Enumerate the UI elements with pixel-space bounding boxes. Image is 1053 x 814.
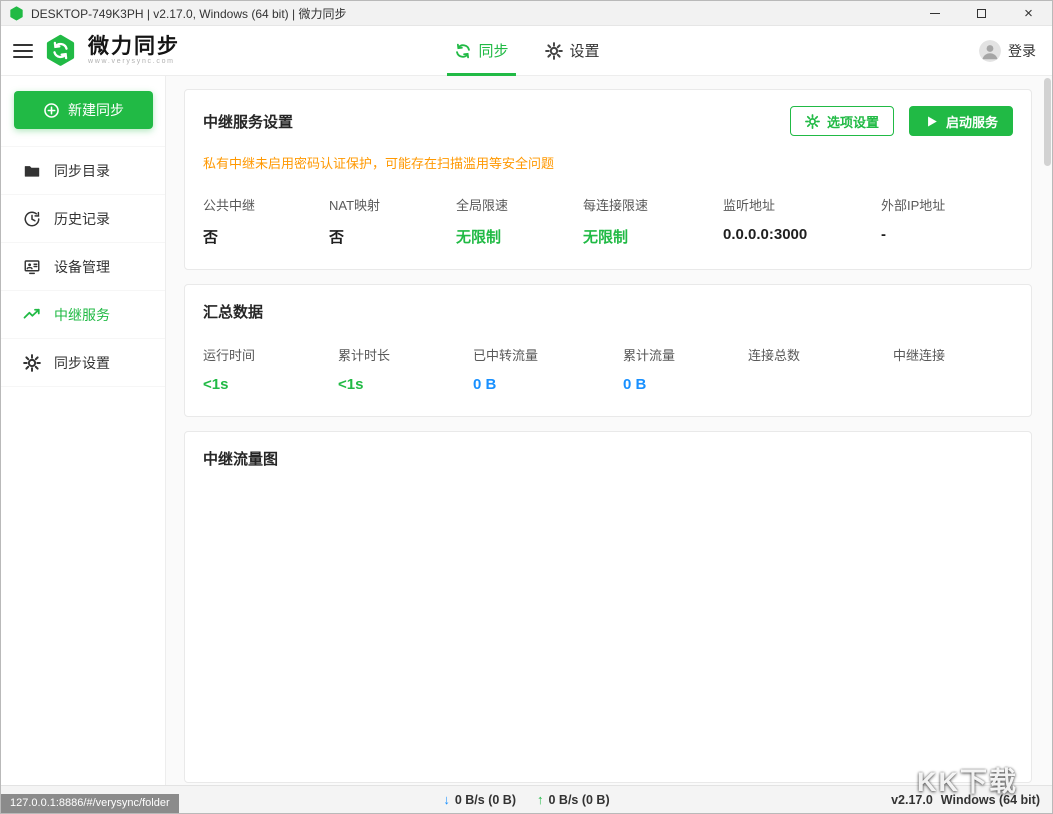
- traffic-chart-title: 中继流量图: [203, 448, 278, 469]
- sidebar-item-label: 设备管理: [54, 257, 110, 277]
- menu-icon[interactable]: [13, 42, 33, 60]
- avatar-icon: [979, 40, 1001, 62]
- titlebar: DESKTOP-749K3PH | v2.17.0, Windows (64 b…: [1, 1, 1052, 26]
- options-settings-button[interactable]: 选项设置: [790, 106, 894, 136]
- maximize-icon: [977, 9, 986, 18]
- stat-relay-connections: 中继连接: [893, 345, 1013, 394]
- sidebar-item-label: 同步设置: [54, 353, 110, 373]
- tab-sync-label: 同步: [478, 40, 508, 61]
- relay-stats-row: 公共中继 否 NAT映射 否 全局限速 无限制 每连接限速 无限制: [203, 195, 1013, 247]
- scrollbar-thumb[interactable]: [1044, 78, 1051, 166]
- folder-icon: [23, 162, 41, 180]
- traffic-chart-card: 中继流量图: [184, 431, 1032, 783]
- sidebar-item-history[interactable]: 历史记录: [1, 195, 165, 243]
- stat-public-relay: 公共中继 否: [203, 195, 329, 247]
- stat-relayed-traffic: 已中转流量 0 B: [473, 345, 623, 394]
- vertical-scrollbar[interactable]: [1043, 76, 1052, 785]
- options-settings-label: 选项设置: [827, 112, 879, 131]
- upload-rate: 0 B/s (0 B): [549, 793, 610, 807]
- summary-card: 汇总数据 运行时间 <1s 累计时长 <1s 已中转流量 0 B: [184, 284, 1032, 417]
- start-service-button[interactable]: 启动服务: [909, 106, 1013, 136]
- new-sync-button[interactable]: 新建同步: [14, 91, 153, 129]
- relay-settings-title: 中继服务设置: [203, 111, 293, 132]
- history-icon: [23, 210, 41, 228]
- relay-settings-card: 中继服务设置 选项设置: [184, 89, 1032, 270]
- maximize-button[interactable]: [958, 1, 1005, 25]
- new-sync-label: 新建同步: [68, 100, 124, 120]
- minimize-icon: [930, 13, 940, 14]
- close-button[interactable]: ×: [1005, 1, 1052, 25]
- traffic-chart: [203, 469, 1013, 759]
- play-icon: [924, 114, 939, 129]
- logo-icon: [44, 34, 77, 67]
- stat-total-connections: 连接总数: [748, 345, 893, 394]
- stat-global-limit: 全局限速 无限制: [456, 195, 583, 247]
- stat-nat-mapping: NAT映射 否: [329, 195, 456, 247]
- plus-circle-icon: [43, 102, 60, 119]
- sidebar-item-sync-folders[interactable]: 同步目录: [1, 147, 165, 195]
- site-watermark: KK下载: [917, 760, 1018, 799]
- download-rate: 0 B/s (0 B): [455, 793, 516, 807]
- relay-warning-text: 私有中继未启用密码认证保护，可能存在扫描滥用等安全问题: [203, 153, 1013, 172]
- start-service-label: 启动服务: [946, 112, 998, 131]
- transfer-rates: ↓ 0 B/s (0 B) ↑ 0 B/s (0 B): [443, 792, 609, 807]
- sidebar-item-sync-settings[interactable]: 同步设置: [1, 339, 165, 387]
- navbar: 微力同步 www.verysync.com 同步: [1, 26, 1052, 76]
- upload-arrow-icon: ↑: [537, 792, 544, 807]
- gear-icon: [805, 114, 820, 129]
- minimize-button[interactable]: [911, 1, 958, 25]
- sidebar-item-relay-service[interactable]: 中继服务: [1, 291, 165, 339]
- tab-sync[interactable]: 同步: [440, 26, 521, 75]
- sidebar-nav: 同步目录 历史记录 设备管理: [1, 146, 165, 387]
- sidebar: 新建同步 同步目录 历史记录: [1, 76, 166, 785]
- link-target-tooltip: 127.0.0.1:8886/#/verysync/folder: [1, 794, 179, 813]
- stat-per-connection-limit: 每连接限速 无限制: [583, 195, 723, 247]
- login-button[interactable]: 登录: [979, 26, 1052, 75]
- sidebar-item-label: 历史记录: [54, 209, 110, 229]
- stat-external-ip: 外部IP地址 -: [881, 195, 1013, 247]
- brand-name: 微力同步: [88, 36, 180, 58]
- window-title: DESKTOP-749K3PH | v2.17.0, Windows (64 b…: [31, 5, 346, 22]
- sync-icon: [453, 42, 471, 60]
- relay-chart-icon: [23, 306, 41, 324]
- close-icon: ×: [1024, 6, 1033, 21]
- nav-tabs: 同步 设置: [440, 26, 612, 75]
- brand-subtitle: www.verysync.com: [88, 58, 180, 65]
- app-window: DESKTOP-749K3PH | v2.17.0, Windows (64 b…: [0, 0, 1053, 814]
- main-content: 中继服务设置 选项设置: [166, 76, 1052, 785]
- stat-uptime: 运行时间 <1s: [203, 345, 338, 394]
- devices-icon: [23, 258, 41, 276]
- brand: 微力同步 www.verysync.com: [88, 36, 180, 65]
- app-icon: [9, 6, 24, 21]
- gear-icon: [545, 42, 563, 60]
- sidebar-item-devices[interactable]: 设备管理: [1, 243, 165, 291]
- gear-icon: [23, 354, 41, 372]
- sidebar-item-label: 同步目录: [54, 161, 110, 181]
- download-arrow-icon: ↓: [443, 792, 450, 807]
- summary-stats-row: 运行时间 <1s 累计时长 <1s 已中转流量 0 B 累计流量 0 B: [203, 345, 1013, 394]
- tab-settings-label: 设置: [570, 40, 600, 61]
- tab-settings[interactable]: 设置: [532, 26, 613, 75]
- stat-total-traffic: 累计流量 0 B: [623, 345, 748, 394]
- sidebar-item-label: 中继服务: [54, 305, 110, 325]
- login-label: 登录: [1008, 41, 1036, 61]
- stat-listen-address: 监听地址 0.0.0.0:3000: [723, 195, 881, 247]
- summary-title: 汇总数据: [203, 301, 263, 322]
- stat-total-duration: 累计时长 <1s: [338, 345, 473, 394]
- window-controls: ×: [911, 1, 1052, 25]
